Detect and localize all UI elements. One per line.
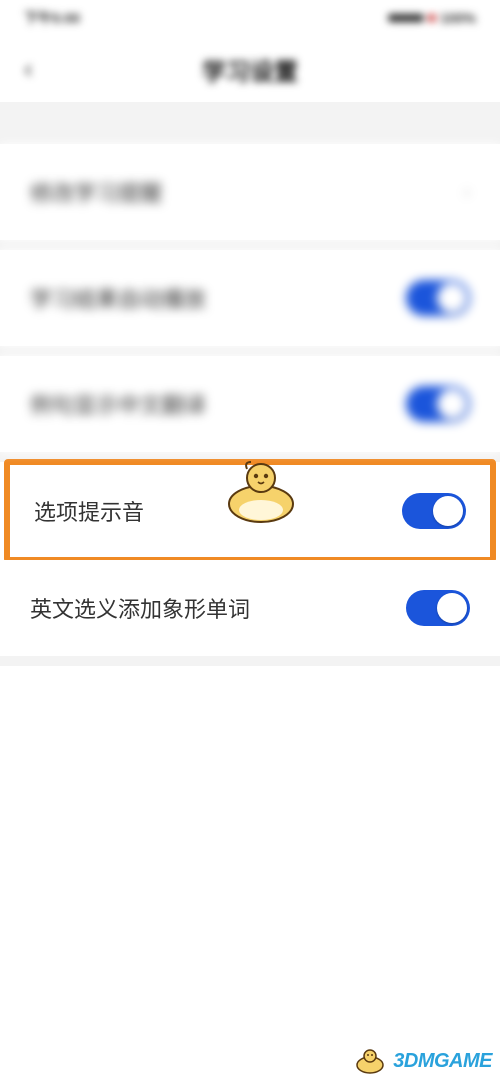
setting-label: 例句显示中文翻译	[30, 388, 206, 420]
setting-row-option-sound[interactable]: 选项提示音	[10, 465, 490, 557]
highlight-frame: 选项提示音	[4, 459, 496, 563]
watermark: 3DMGAME	[353, 1048, 492, 1074]
back-icon[interactable]: ‹	[24, 54, 33, 85]
toggle-knob	[437, 593, 467, 623]
section-gap	[0, 102, 500, 144]
watermark-text: 3DMGAME	[393, 1050, 492, 1073]
toggle-option-sound[interactable]	[402, 493, 466, 529]
row-gap	[0, 656, 500, 666]
toggle-autoplay[interactable]	[406, 280, 470, 316]
toggle-knob	[437, 389, 467, 419]
toggle-show-translation[interactable]	[406, 386, 470, 422]
status-glyph	[428, 14, 436, 22]
toggle-knob	[437, 283, 467, 313]
setting-row-autoplay[interactable]: 学习结果自动播放	[0, 250, 500, 346]
status-glyph	[388, 14, 424, 22]
setting-row-show-translation[interactable]: 例句显示中文翻译	[0, 356, 500, 452]
mascot-icon	[353, 1048, 387, 1074]
status-time: 下午5:00	[24, 8, 80, 28]
row-gap	[0, 346, 500, 356]
status-bar: 下午5:00 100%	[0, 0, 500, 36]
toggle-knob	[433, 496, 463, 526]
setting-label: 修改学习提醒	[30, 176, 162, 208]
setting-row-plan[interactable]: 修改学习提醒 ›	[0, 144, 500, 240]
setting-row-pictograph[interactable]: 英文选义添加象形单词	[0, 560, 500, 656]
status-right: 100%	[388, 10, 476, 26]
empty-area	[0, 666, 500, 1084]
setting-label: 选项提示音	[34, 495, 144, 527]
status-battery-text: 100%	[440, 10, 476, 26]
setting-label: 学习结果自动播放	[30, 282, 206, 314]
nav-bar: ‹ 学习设置	[0, 36, 500, 102]
chevron-right-icon: ›	[464, 182, 470, 203]
page-title: 学习设置	[202, 52, 298, 87]
toggle-pictograph[interactable]	[406, 590, 470, 626]
row-gap	[0, 240, 500, 250]
setting-label: 英文选义添加象形单词	[30, 592, 250, 624]
